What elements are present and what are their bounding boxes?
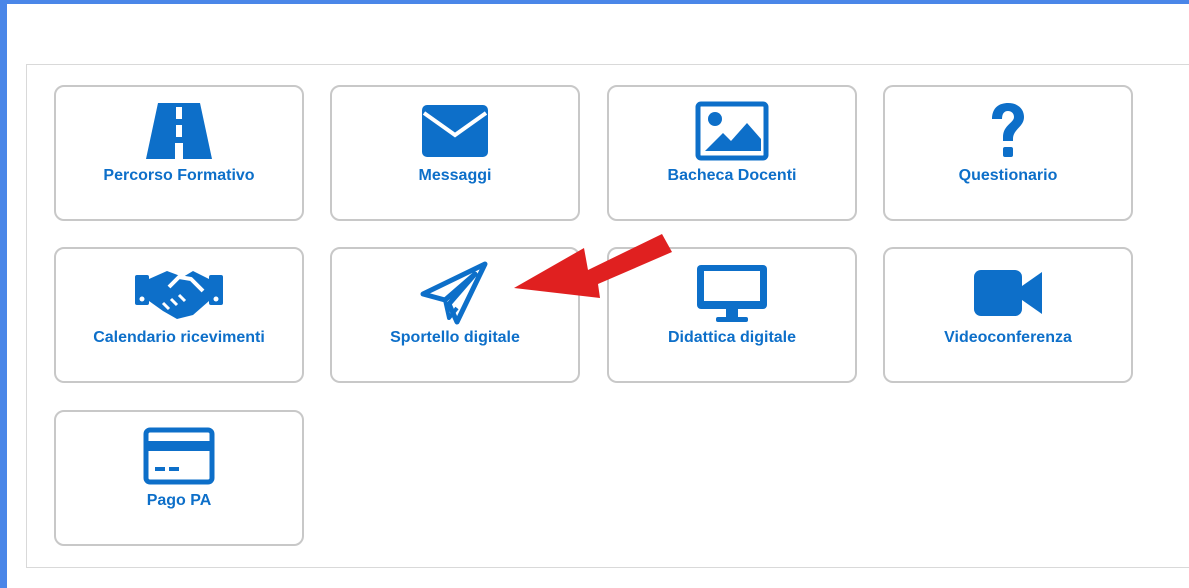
tile-label: Pago PA	[146, 492, 212, 509]
envelope-icon	[332, 101, 578, 161]
tile-questionario[interactable]: Questionario	[883, 85, 1133, 221]
tile-videoconferenza[interactable]: Videoconferenza	[883, 247, 1133, 383]
credit-card-icon	[56, 426, 302, 486]
tile-calendario-ricevimenti[interactable]: Calendario ricevimenti	[54, 247, 304, 383]
tile-label: Percorso Formativo	[103, 167, 255, 184]
question-icon	[885, 101, 1131, 161]
tile-label: Videoconferenza	[944, 329, 1072, 346]
tile-percorso-formativo[interactable]: Percorso Formativo	[54, 85, 304, 221]
image-icon	[609, 101, 855, 161]
road-icon	[56, 101, 302, 161]
tile-label: Bacheca Docenti	[667, 167, 797, 184]
tile-label: Questionario	[958, 167, 1058, 184]
window-frame-top	[0, 0, 1189, 4]
tile-label: Sportello digitale	[390, 329, 520, 346]
tile-pago-pa[interactable]: Pago PA	[54, 410, 304, 546]
tile-bacheca-docenti[interactable]: Bacheca Docenti	[607, 85, 857, 221]
handshake-icon	[56, 263, 302, 323]
window-frame-left	[0, 0, 7, 588]
tile-label: Calendario ricevimenti	[93, 329, 265, 346]
tile-label: Didattica digitale	[667, 329, 797, 346]
video-camera-icon	[885, 263, 1131, 323]
tile-messaggi[interactable]: Messaggi	[330, 85, 580, 221]
tile-label: Messaggi	[418, 167, 492, 184]
annotation-arrow	[514, 234, 672, 298]
